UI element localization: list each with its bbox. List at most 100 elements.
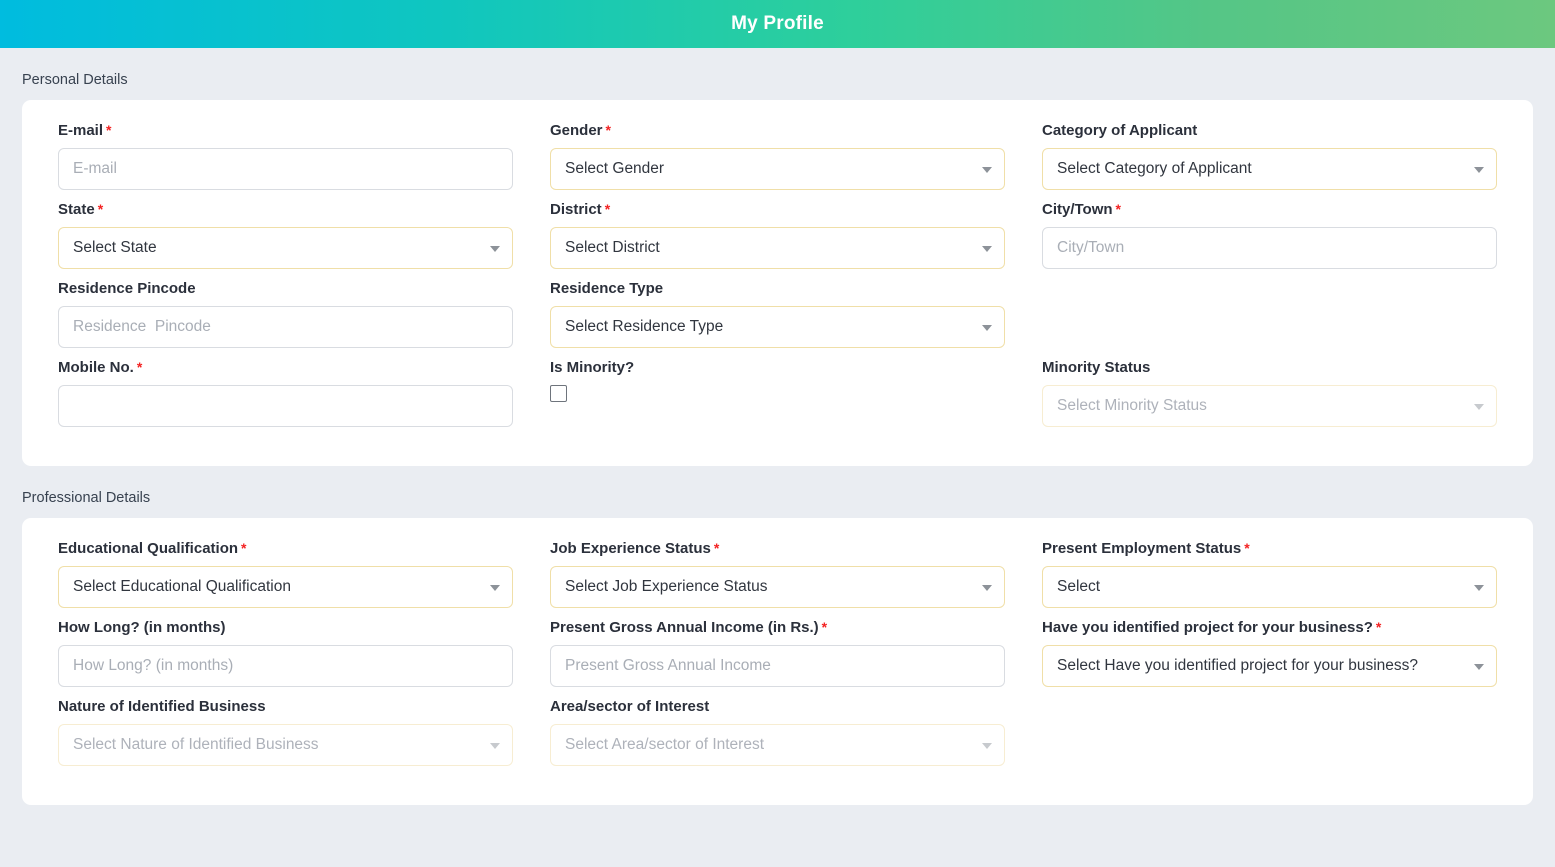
chevron-down-icon xyxy=(982,167,992,173)
select-value: Select Residence Type xyxy=(565,318,724,335)
label-residence-pincode: Residence Pincode xyxy=(58,280,513,297)
label-job-experience-status: Job Experience Status * xyxy=(550,540,1005,557)
field-is-minority: Is Minority? xyxy=(550,359,1005,438)
required-asterisk: * xyxy=(1375,619,1382,635)
field-district: District * Select District xyxy=(550,201,1005,280)
label-present-employment-status: Present Employment Status * xyxy=(1042,540,1497,557)
chevron-down-icon xyxy=(1474,664,1484,670)
field-job-experience-status: Job Experience Status * Select Job Experie… xyxy=(550,540,1005,619)
app-header: My Profile xyxy=(0,0,1555,48)
label-text: Residence Type xyxy=(550,280,664,297)
label-text: Area/sector of Interest xyxy=(550,698,710,715)
section-label: Personal Details xyxy=(22,72,128,88)
chevron-down-icon xyxy=(982,585,992,591)
required-asterisk: * xyxy=(604,201,611,217)
label-text: Mobile No. xyxy=(58,359,134,376)
page-title: My Profile xyxy=(731,13,824,34)
is-minority-checkbox[interactable] xyxy=(550,385,567,402)
how-long-in-months-input[interactable] xyxy=(58,645,513,687)
required-asterisk: * xyxy=(241,540,247,556)
field-mobile-no: Mobile No. * xyxy=(58,359,513,438)
required-asterisk: * xyxy=(97,201,104,217)
label-have-you-identified-project: Have you identified project for your bus… xyxy=(1042,619,1497,636)
field-residence-type: Residence Type Select Residence Type xyxy=(550,280,1005,359)
field-area-sector-of-interest: Area/sector of Interest Select Area/secto… xyxy=(550,698,1005,777)
label-city-town: City/Town * xyxy=(1042,201,1497,218)
field-city-town: City/Town * xyxy=(1042,201,1497,280)
select-value: Select Gender xyxy=(565,160,665,177)
field-category-of-applicant: Category of Applicant Select Category of … xyxy=(1042,122,1497,201)
label-text: Nature of Identified Business xyxy=(58,698,266,715)
chevron-down-icon xyxy=(1474,585,1484,591)
label-text: Educational Qualification xyxy=(58,540,239,557)
label-area-sector-of-interest: Area/sector of Interest xyxy=(550,698,1005,715)
label-text: Job Experience Status xyxy=(550,540,711,557)
select-value: Select Nature of Identified Business xyxy=(73,736,319,753)
category-of-applicant-select[interactable]: Select Category of Applicant xyxy=(1042,148,1497,190)
label-is-minority: Is Minority? xyxy=(550,359,1005,376)
email-input[interactable] xyxy=(58,148,513,190)
area-sector-of-interest-select: Select Area/sector of Interest xyxy=(550,724,1005,766)
label-text: Minority Status xyxy=(1042,359,1151,376)
label-residence-type: Residence Type xyxy=(550,280,1005,297)
label-email: E-mail * xyxy=(58,122,513,139)
label-text: How Long? (in months) xyxy=(58,619,226,636)
chevron-down-icon xyxy=(982,325,992,331)
label-mobile-no: Mobile No. * xyxy=(58,359,513,376)
required-asterisk: * xyxy=(605,122,611,138)
district-select[interactable]: Select District xyxy=(550,227,1005,269)
residence-type-select[interactable]: Select Residence Type xyxy=(550,306,1005,348)
field-gender: Gender * Select Gender xyxy=(550,122,1005,201)
required-asterisk: * xyxy=(1244,540,1250,556)
educational-qualification-select[interactable]: Select Educational Qualification xyxy=(58,566,513,608)
chevron-down-icon xyxy=(982,743,992,749)
label-text: E-mail xyxy=(58,122,104,139)
field-nature-of-identified-business: Nature of Identified Business Select Natu… xyxy=(58,698,513,777)
state-select[interactable]: Select State xyxy=(58,227,513,269)
required-asterisk: * xyxy=(1115,201,1121,217)
select-value: Select Have you identified project for y… xyxy=(1057,657,1419,674)
present-gross-annual-income-input[interactable] xyxy=(550,645,1005,687)
label-text: Category of Applicant xyxy=(1042,122,1198,139)
field-residence-pincode: Residence Pincode xyxy=(58,280,513,359)
select-value: Select Category of Applicant xyxy=(1057,160,1252,177)
select-value: Select District xyxy=(565,239,660,256)
field-how-long-in-months: How Long? (in months) xyxy=(58,619,513,698)
residence-pincode-input[interactable] xyxy=(58,306,513,348)
required-asterisk: * xyxy=(136,359,143,375)
select-value: Select Job Experience Status xyxy=(565,578,768,595)
label-district: District * xyxy=(550,201,1005,218)
job-experience-status-select[interactable]: Select Job Experience Status xyxy=(550,566,1005,608)
select-value: Select Minority Status xyxy=(1057,397,1207,414)
chevron-down-icon xyxy=(490,246,500,252)
field-have-you-identified-project: Have you identified project for your bus… xyxy=(1042,619,1497,698)
have-you-identified-project-select[interactable]: Select Have you identified project for y… xyxy=(1042,645,1497,687)
field-present-employment-status: Present Employment Status * Select xyxy=(1042,540,1497,619)
present-employment-status-select[interactable]: Select xyxy=(1042,566,1497,608)
label-gender: Gender * xyxy=(550,122,1005,139)
label-how-long-in-months: How Long? (in months) xyxy=(58,619,513,636)
select-value: Select xyxy=(1057,578,1101,595)
chevron-down-icon xyxy=(982,246,992,252)
label-text: Present Employment Status xyxy=(1042,540,1242,557)
label-text: Have you identified project for your bus… xyxy=(1042,619,1373,636)
profile-form: Personal DetailsE-mail*Gender*Select Gen… xyxy=(0,48,1555,805)
nature-of-identified-business-select: Select Nature of Identified Business xyxy=(58,724,513,766)
mobile-no-input[interactable] xyxy=(58,385,513,427)
field-educational-qualification: Educational Qualification * Select Educati… xyxy=(58,540,513,619)
label-text: Present Gross Annual Income (in Rs.) xyxy=(550,619,819,636)
required-asterisk: * xyxy=(713,540,720,556)
required-asterisk: * xyxy=(106,122,112,138)
city-town-input[interactable] xyxy=(1042,227,1497,269)
gender-select[interactable]: Select Gender xyxy=(550,148,1005,190)
label-present-gross-annual-income: Present Gross Annual Income (in Rs.) * xyxy=(550,619,1005,636)
chevron-down-icon xyxy=(1474,404,1484,410)
label-state: State * xyxy=(58,201,513,218)
chevron-down-icon xyxy=(1474,167,1484,173)
label-text: District xyxy=(550,201,602,218)
section-label: Professional Details xyxy=(22,490,151,506)
label-category-of-applicant: Category of Applicant xyxy=(1042,122,1497,139)
label-text: Residence Pincode xyxy=(58,280,196,297)
field-email: E-mail * xyxy=(58,122,513,201)
label-minority-status: Minority Status xyxy=(1042,359,1497,376)
